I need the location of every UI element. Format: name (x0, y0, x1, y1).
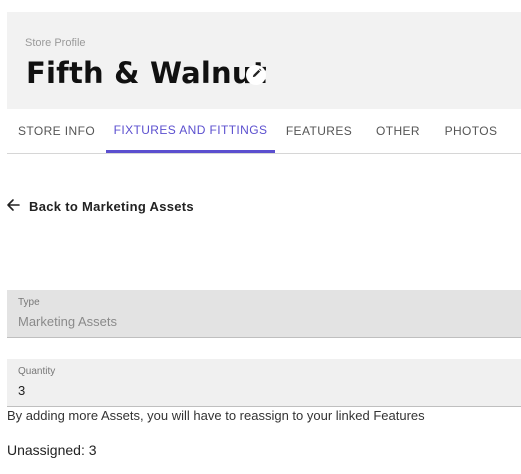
edit-title-button[interactable] (246, 65, 266, 85)
quantity-field[interactable]: Quantity (7, 359, 521, 407)
eyebrow-label: Store Profile (25, 37, 86, 49)
page-title: Fifth & Walnut (26, 56, 267, 90)
tab-bar: STORE INFO FIXTURES AND FITTINGS FEATURE… (7, 109, 521, 154)
tab-photos[interactable]: PHOTOS (433, 109, 509, 153)
type-field-label: Type (18, 297, 40, 308)
store-profile-header: Store Profile Fifth & Walnut (7, 12, 521, 109)
back-link-label: Back to Marketing Assets (29, 199, 194, 214)
type-field-value: Marketing Assets (18, 314, 117, 329)
tab-store-info[interactable]: STORE INFO (7, 109, 106, 153)
tab-fixtures-and-fittings[interactable]: FIXTURES AND FITTINGS (106, 109, 275, 153)
arrow-left-icon (6, 198, 29, 215)
pencil-icon (251, 66, 262, 84)
tab-other[interactable]: OTHER (363, 109, 433, 153)
helper-text: By adding more Assets, you will have to … (7, 408, 425, 423)
tab-features[interactable]: FEATURES (275, 109, 363, 153)
back-to-marketing-assets-link[interactable]: Back to Marketing Assets (6, 198, 194, 215)
type-field: Type Marketing Assets (7, 290, 521, 338)
unassigned-count: Unassigned: 3 (7, 442, 97, 458)
quantity-field-label: Quantity (18, 366, 56, 377)
quantity-input[interactable] (18, 383, 498, 398)
